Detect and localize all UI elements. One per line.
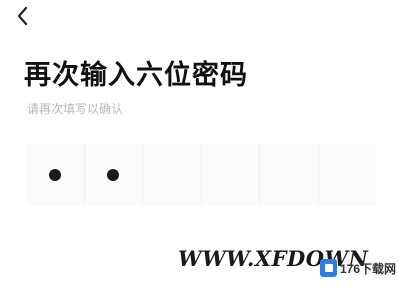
pin-input[interactable] (26, 144, 376, 206)
pin-cell-6[interactable] (318, 144, 376, 206)
page-title: 再次输入六位密码 (24, 60, 248, 91)
back-button[interactable] (12, 4, 36, 28)
pin-cell-1[interactable] (26, 144, 85, 206)
watermark-logo-text: 176下载网 (339, 261, 396, 276)
pin-cell-5[interactable] (260, 144, 319, 206)
watermark-logo: 176下载网 (320, 257, 396, 279)
logo-icon (320, 259, 337, 277)
chevron-left-icon (17, 6, 28, 26)
pin-dot (107, 169, 120, 181)
pin-cell-3[interactable] (143, 144, 202, 206)
pin-dot (48, 169, 61, 181)
page-subtitle: 请再次填写以确认 (27, 102, 124, 116)
pin-cell-2[interactable] (84, 144, 143, 206)
pin-cell-4[interactable] (201, 144, 260, 206)
